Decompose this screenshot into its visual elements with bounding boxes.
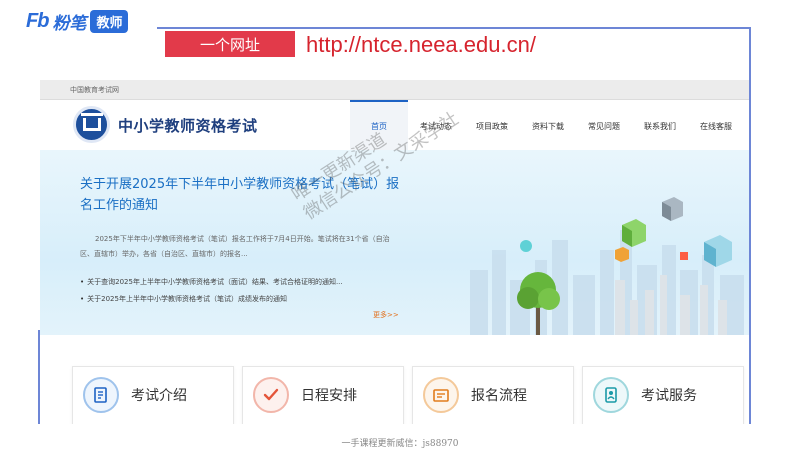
document-icon <box>83 377 119 413</box>
brand-logo: Fb 粉笔 教师 <box>26 8 129 34</box>
card-label: 报名流程 <box>471 388 527 404</box>
site-title[interactable]: 中小学教师资格考试 <box>118 115 258 136</box>
nav-item-online-service[interactable]: 在线客服 <box>688 100 744 150</box>
card-exam-service[interactable]: 考试服务 <box>582 366 744 424</box>
card-label: 考试介绍 <box>131 388 187 404</box>
news-list-item[interactable]: 关于2025年上半年中小学教师资格考试（笔试）成绩发布的通知 <box>80 291 400 308</box>
contact-icon <box>593 377 629 413</box>
nav-item-faq[interactable]: 常见问题 <box>576 100 632 150</box>
footer-note: 一手课程更新威信：js88970 <box>341 439 459 449</box>
site-emblem-icon[interactable] <box>73 106 110 143</box>
hero-banner: 关于开展2025年下半年中小学教师资格考试（笔试）报名工作的通知 2025年下半… <box>40 150 749 335</box>
nav-item-contact[interactable]: 联系我们 <box>632 100 688 150</box>
nav-item-downloads[interactable]: 资料下载 <box>520 100 576 150</box>
more-link[interactable]: 更多>> <box>373 310 399 320</box>
card-label: 日程安排 <box>301 388 357 404</box>
slide: Fb 粉笔 教师 一个网址 http://ntce.neea.edu.cn/ 中… <box>0 0 800 450</box>
card-exam-intro[interactable]: 考试介绍 <box>72 366 234 424</box>
card-label: 考试服务 <box>641 388 697 404</box>
news-list-item[interactable]: 关于查询2025年上半年中小学教师资格考试（面试）结果、考试合格证明的通知... <box>80 274 400 291</box>
check-icon <box>253 377 289 413</box>
brand-mark: Fb <box>26 9 49 32</box>
brand-badge: 教师 <box>90 9 129 33</box>
website-url[interactable]: http://ntce.neea.edu.cn/ <box>306 31 536 59</box>
card-registration-process[interactable]: 报名流程 <box>412 366 574 424</box>
brand-name: 粉笔 <box>52 13 87 34</box>
section-tag: 一个网址 <box>165 31 295 57</box>
news-list: 关于查询2025年上半年中小学教师资格考试（面试）结果、考试合格证明的通知...… <box>80 274 400 308</box>
frame-top-line <box>157 27 750 29</box>
site-topbar[interactable]: 中国教育考试网 <box>40 80 749 100</box>
card-schedule[interactable]: 日程安排 <box>242 366 404 424</box>
service-cards: 考试介绍 日程安排 报名流程 考试服务 <box>72 366 749 424</box>
frame-right-line <box>749 27 751 424</box>
news-summary: 2025年下半年中小学教师资格考试（笔试）报名工作将于7月4日开始。笔试将在31… <box>80 235 390 258</box>
form-icon <box>423 377 459 413</box>
